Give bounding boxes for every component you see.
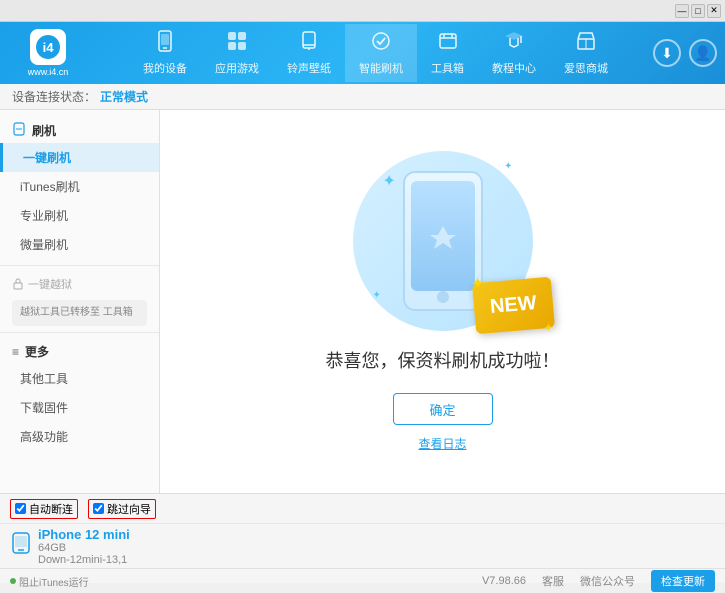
sidebar-item-other-tools[interactable]: 其他工具 [0, 364, 159, 393]
service-link[interactable]: 客服 [542, 573, 564, 589]
auto-disconnect-input[interactable] [15, 503, 26, 514]
sidebar-disabled-jailbreak: 一键越狱 [0, 272, 159, 296]
nav-apps[interactable]: 应用游戏 [201, 24, 273, 82]
nav-tutorial[interactable]: 教程中心 [478, 24, 550, 82]
itunes-status: 阻止iTunes运行 [10, 574, 89, 589]
more-section-label: 更多 [25, 343, 49, 360]
nav-smart[interactable]: 智能刷机 [345, 24, 417, 82]
device-name: iPhone 12 mini [38, 527, 130, 542]
tools-nav-icon [437, 30, 459, 58]
nav-device[interactable]: 我的设备 [129, 24, 201, 82]
green-dot-icon [10, 578, 16, 584]
sidebar-item-one-click[interactable]: 一键刷机 [0, 143, 159, 172]
update-button[interactable]: 检查更新 [651, 570, 715, 592]
star-right: ✦ [544, 323, 553, 335]
auto-disconnect-checkbox[interactable]: 自动断连 [10, 499, 78, 519]
new-badge: ✦ NEW ✦ [472, 277, 555, 335]
success-message: 恭喜您，保资料刷机成功啦！ [326, 347, 560, 373]
bottom-right-actions: V7.98.66 客服 微信公众号 检查更新 [482, 570, 715, 592]
nav-tools[interactable]: 工具箱 [417, 24, 478, 82]
content-area: ✦ ✦ ✦ ✦ NEW ✦ 恭喜您，保资料刷机成功啦！ 确定 查看日志 [160, 110, 725, 493]
close-button[interactable]: ✕ [707, 4, 721, 18]
sparkle-icon-1: ✦ [383, 171, 396, 191]
sidebar-item-download[interactable]: 下载固件 [0, 393, 159, 422]
bottom-device-row: iPhone 12 mini 64GB Down-12mini-13,1 [0, 524, 725, 569]
app-logo: i4 www.i4.cn [8, 29, 88, 77]
sidebar-item-itunes[interactable]: iTunes刷机 [0, 172, 159, 201]
minimize-button[interactable]: — [675, 4, 689, 18]
nav-store[interactable]: 爱思商城 [550, 24, 622, 82]
nav-store-label: 爱思商城 [564, 60, 608, 76]
nav-device-label: 我的设备 [143, 60, 187, 76]
nav-bar: 我的设备 应用游戏 铃声壁纸 [98, 24, 653, 82]
device-phone-icon [12, 532, 30, 561]
device-model: Down-12mini-13,1 [38, 554, 130, 566]
main-area: 刷机 一键刷机 iTunes刷机 专业刷机 微量刷机 一键越狱 越狱工具已转移至… [0, 110, 725, 493]
phone-illustration [403, 171, 483, 311]
apps-nav-icon [226, 30, 248, 58]
nav-tools-label: 工具箱 [431, 60, 464, 76]
bottom-area: 自动断连 跳过向导 iPhone 12 mini 64GB Down-12min… [0, 493, 725, 583]
logo-subtitle: www.i4.cn [28, 67, 69, 77]
status-value: 正常模式 [100, 88, 148, 105]
sidebar-item-advanced[interactable]: 高级功能 [0, 422, 159, 451]
nav-apps-label: 应用游戏 [215, 60, 259, 76]
skip-wizard-input[interactable] [93, 503, 104, 514]
device-capacity: 64GB [38, 542, 130, 554]
nav-smart-label: 智能刷机 [359, 60, 403, 76]
statusbar: 设备连接状态： 正常模式 [0, 84, 725, 110]
store-nav-icon [575, 30, 597, 58]
header-actions: ⬇ 👤 [653, 39, 717, 67]
flash-section-label: 刷机 [32, 122, 56, 139]
nav-ringtone-label: 铃声壁纸 [287, 60, 331, 76]
titlebar: — □ ✕ [0, 0, 725, 22]
svg-text:i4: i4 [43, 40, 55, 55]
success-illustration: ✦ ✦ ✦ ✦ NEW ✦ [353, 151, 533, 331]
sidebar: 刷机 一键刷机 iTunes刷机 专业刷机 微量刷机 一键越狱 越狱工具已转移至… [0, 110, 160, 493]
version-label: V7.98.66 [482, 575, 526, 587]
device-nav-icon [154, 30, 176, 58]
nav-tutorial-label: 教程中心 [492, 60, 536, 76]
device-details: iPhone 12 mini 64GB Down-12mini-13,1 [38, 527, 130, 566]
sparkle-icon-2: ✦ [504, 161, 512, 172]
logo-icon: i4 [30, 29, 66, 65]
bottom-status-row: 阻止iTunes运行 V7.98.66 客服 微信公众号 检查更新 [0, 569, 725, 593]
star-left: ✦ [471, 275, 484, 293]
ringtone-nav-icon [298, 30, 320, 58]
flash-section-title: 刷机 [0, 118, 159, 143]
sidebar-divider-1 [0, 265, 159, 266]
confirm-button[interactable]: 确定 [393, 393, 493, 425]
more-section-title: ≡ 更多 [0, 339, 159, 364]
user-button[interactable]: 👤 [689, 39, 717, 67]
status-label: 设备连接状态： [12, 88, 96, 105]
daily-log-link[interactable]: 查看日志 [418, 435, 466, 452]
tutorial-nav-icon [503, 30, 525, 58]
sidebar-divider-2 [0, 332, 159, 333]
sparkle-icon-3: ✦ [373, 290, 381, 301]
skip-wizard-checkbox[interactable]: 跳过向导 [88, 499, 156, 519]
bottom-top-row: 自动断连 跳过向导 [0, 494, 725, 524]
sidebar-jailbreak-note: 越狱工具已转移至 工具箱 [12, 300, 147, 326]
flash-section-icon [12, 122, 26, 139]
nav-ringtone[interactable]: 铃声壁纸 [273, 24, 345, 82]
maximize-button[interactable]: □ [691, 4, 705, 18]
smart-nav-icon [370, 30, 392, 58]
wechat-link[interactable]: 微信公众号 [580, 573, 635, 589]
sidebar-item-pro[interactable]: 专业刷机 [0, 201, 159, 230]
sidebar-item-data-save[interactable]: 微量刷机 [0, 230, 159, 259]
download-button[interactable]: ⬇ [653, 39, 681, 67]
header: i4 www.i4.cn 我的设备 [0, 22, 725, 84]
more-section-icon: ≡ [12, 345, 19, 359]
